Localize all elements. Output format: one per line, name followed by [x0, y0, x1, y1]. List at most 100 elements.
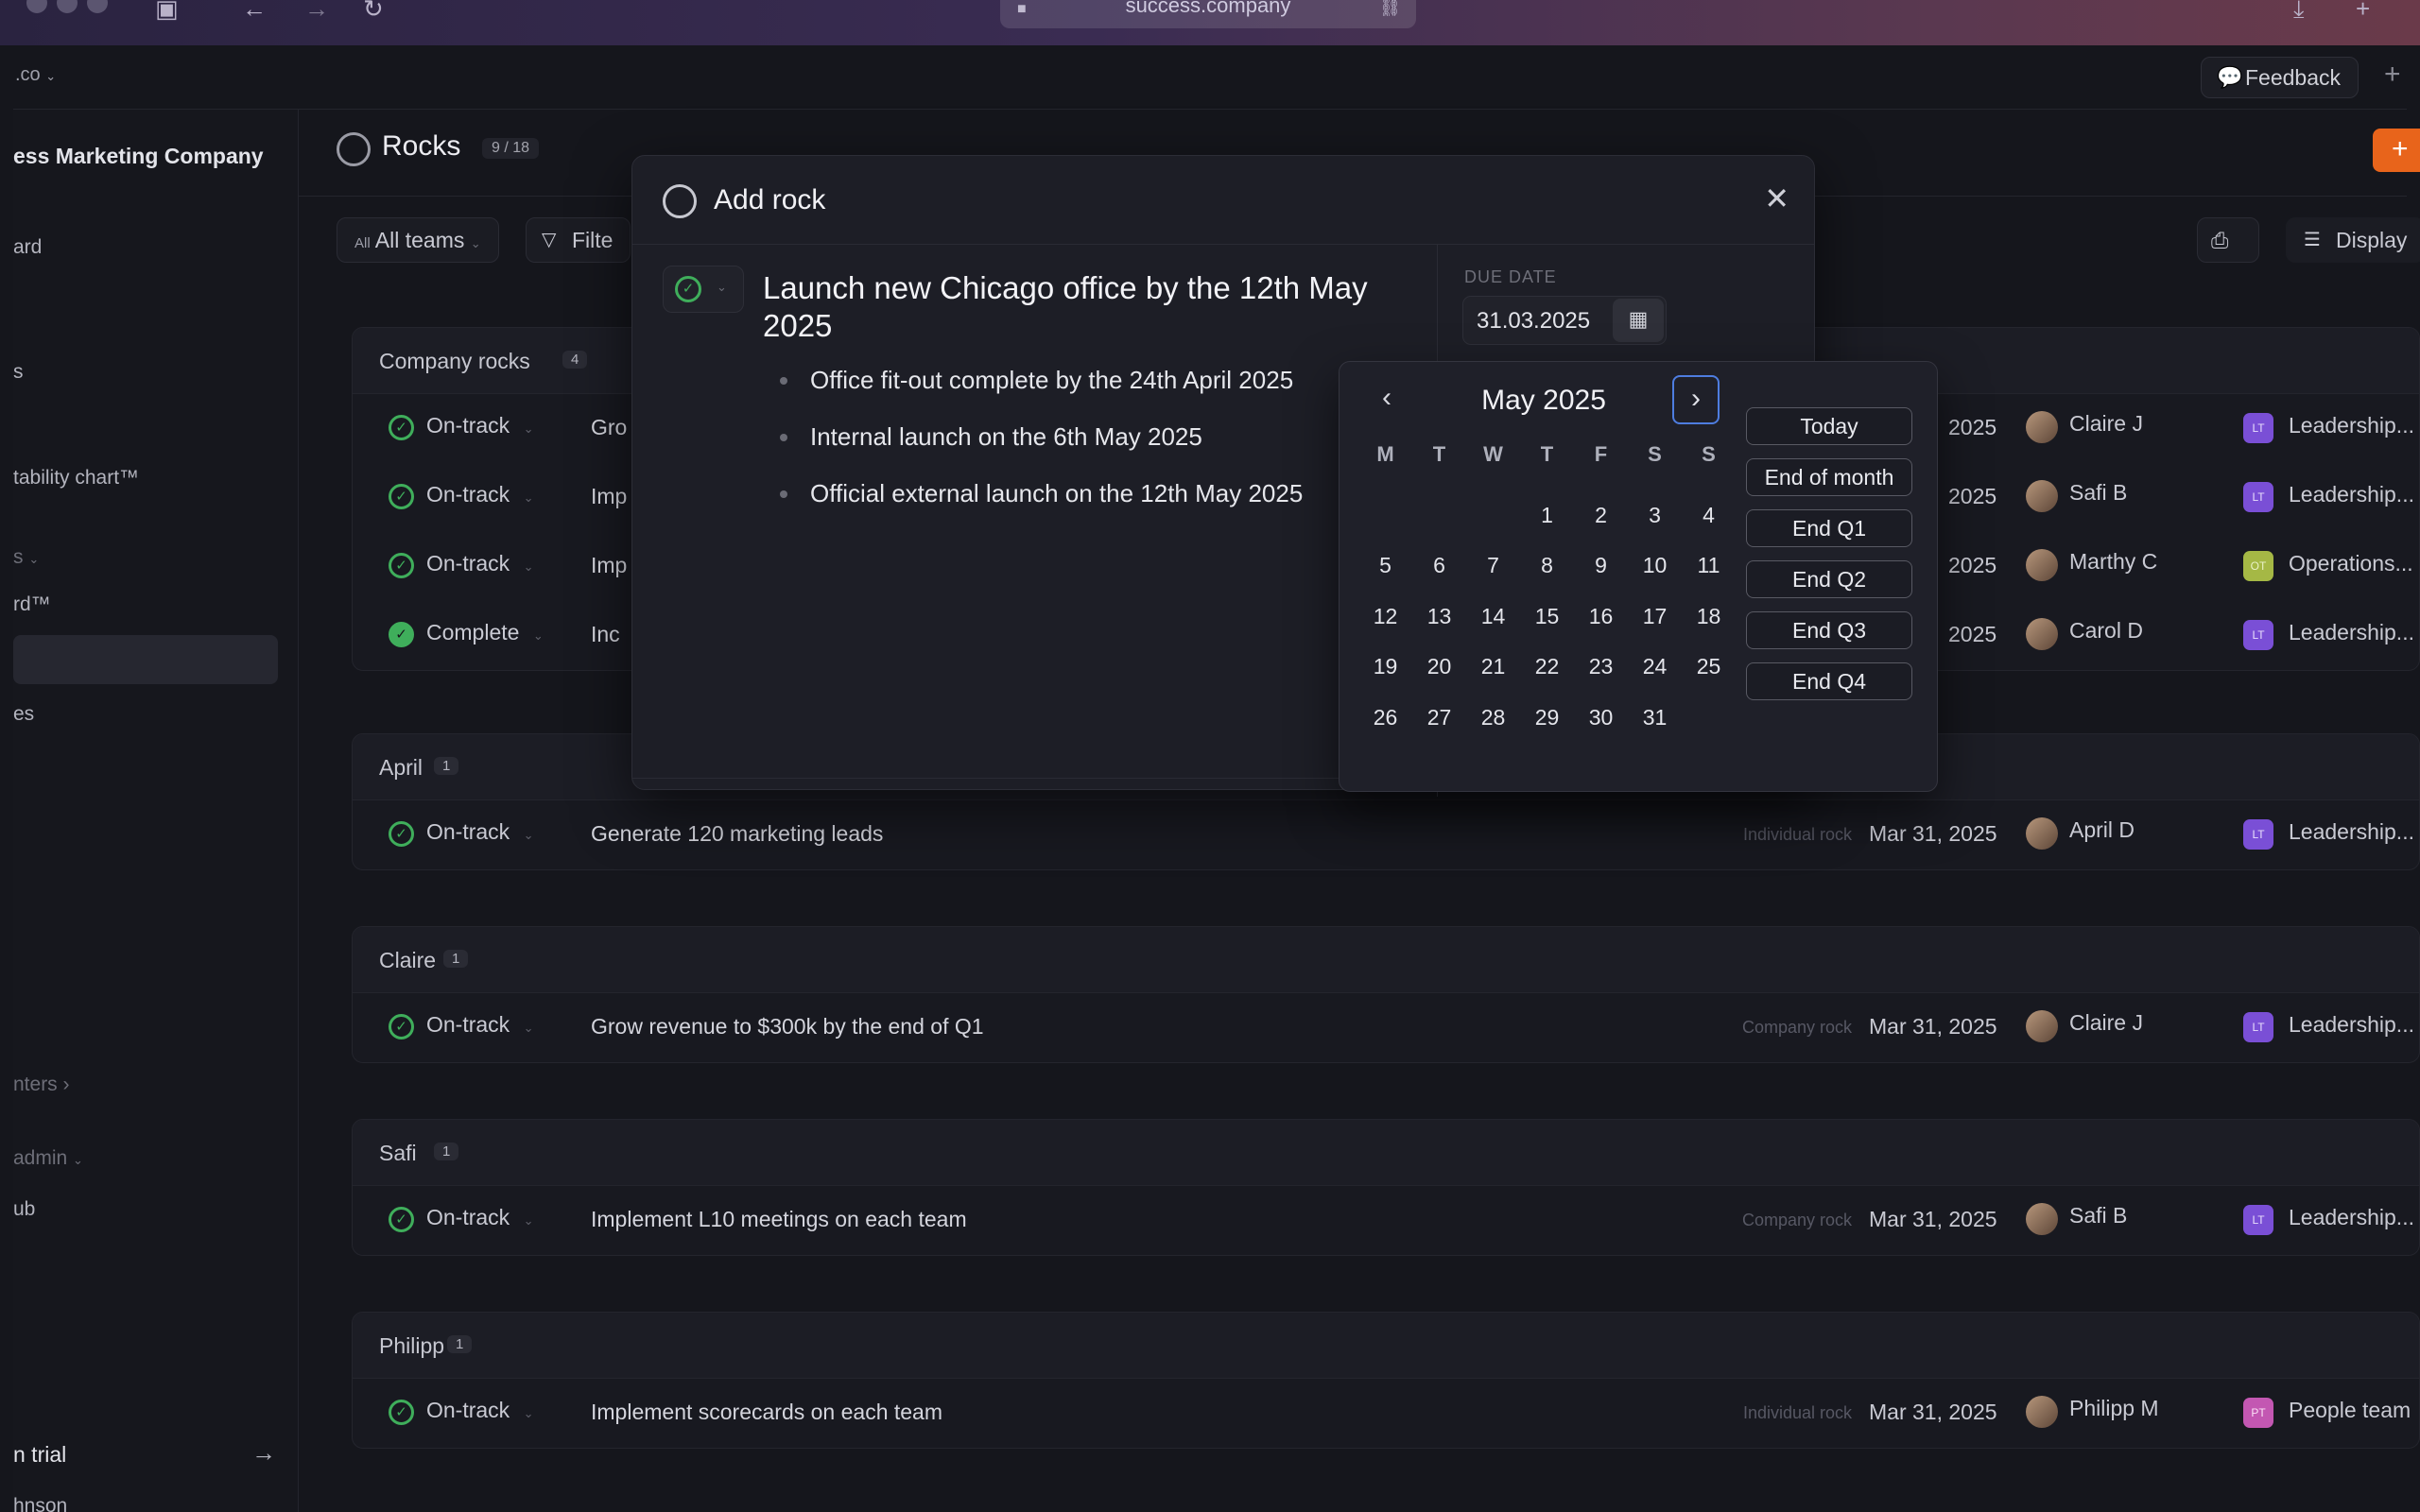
group-header[interactable]: Philipp 1 [353, 1313, 2419, 1379]
rock-due-date[interactable]: 2025 [1948, 415, 1996, 440]
calendar-icon[interactable]: ▦ [1613, 299, 1664, 342]
quick-date-end-q4[interactable]: End Q4 [1746, 662, 1912, 700]
quick-date-end-q2[interactable]: End Q2 [1746, 560, 1912, 598]
rock-due-date[interactable]: 2025 [1948, 553, 1996, 578]
team-cell[interactable]: LT Leadership... [2243, 1012, 2414, 1042]
rock-title[interactable]: Inc [591, 622, 620, 647]
chevron-right-icon[interactable]: › [1672, 375, 1720, 424]
sidebar-item-meetings[interactable]: s [13, 361, 24, 384]
quick-date-end-q1[interactable]: End Q1 [1746, 509, 1912, 547]
team-cell[interactable]: LT Leadership... [2243, 819, 2414, 850]
team-cell[interactable]: LT Leadership... [2243, 413, 2414, 443]
calendar-day[interactable]: 6 [1412, 541, 1466, 592]
quick-date-end-q3[interactable]: End Q3 [1746, 611, 1912, 649]
calendar-day[interactable]: 14 [1466, 592, 1520, 643]
team-cell[interactable]: LT Leadership... [2243, 620, 2414, 650]
team-cell[interactable]: OT Operations... [2243, 551, 2413, 581]
owner-cell[interactable]: Safi B [2026, 480, 2127, 512]
display-button[interactable]: ☰ Display [2286, 217, 2420, 263]
calendar-day[interactable]: 16 [1574, 592, 1628, 643]
rock-row[interactable]: ✓ On-track ⌄ Generate 120 marketing lead… [353, 800, 2419, 869]
owner-cell[interactable]: Claire J [2026, 1010, 2143, 1042]
status-dropdown[interactable]: ✓ On-track ⌄ [389, 482, 533, 509]
status-dropdown[interactable]: ✓ On-track ⌄ [389, 819, 533, 847]
calendar-day[interactable]: 29 [1520, 693, 1574, 744]
sidebar-section-tools[interactable]: s ⌄ [13, 546, 39, 569]
sidebar-item-help-centers[interactable]: nters › [13, 1074, 70, 1096]
sidebar-section-admin[interactable]: admin ⌄ [13, 1147, 83, 1170]
calendar-day[interactable]: 31 [1628, 693, 1682, 744]
calendar-day[interactable]: 30 [1574, 693, 1628, 744]
rock-status-dropdown[interactable]: ✓ ⌄ [663, 266, 744, 313]
rock-title[interactable]: Gro [591, 415, 627, 440]
calendar-day[interactable]: 3 [1628, 490, 1682, 541]
trial-link[interactable]: n trial [13, 1442, 66, 1468]
filter-button[interactable]: ▽ Filte [526, 217, 631, 263]
group-header[interactable]: Claire 1 [353, 927, 2419, 993]
rock-title-input[interactable]: Launch new Chicago office by the 12th Ma… [763, 269, 1406, 345]
chevron-left-icon[interactable]: ‹ [1364, 375, 1409, 422]
rock-title[interactable]: Imp [591, 553, 627, 578]
rock-due-date[interactable]: Mar 31, 2025 [1869, 821, 1997, 847]
rock-due-date[interactable]: 2025 [1948, 484, 1996, 509]
rock-due-date[interactable]: Mar 31, 2025 [1869, 1014, 1997, 1040]
calendar-day[interactable]: 21 [1466, 642, 1520, 693]
calendar-day[interactable]: 1 [1520, 490, 1574, 541]
rock-row[interactable]: ✓ On-track ⌄ Implement L10 meetings on e… [353, 1186, 2419, 1255]
calendar-day[interactable]: 20 [1412, 642, 1466, 693]
sidebar-item-hub[interactable]: ub [13, 1198, 35, 1221]
status-dropdown[interactable]: ✓ On-track ⌄ [389, 1205, 533, 1232]
share-link-icon[interactable]: ⛓ [1379, 0, 1401, 25]
team-cell[interactable]: PT People team [2243, 1398, 2411, 1428]
sidebar-toggle-icon[interactable]: ▣ [155, 0, 179, 24]
owner-cell[interactable]: Philipp M [2026, 1396, 2159, 1428]
milestone-item[interactable]: Internal launch on the 6th May 2025 [774, 422, 1303, 479]
window-close-dot[interactable] [26, 0, 47, 13]
milestone-item[interactable]: Office fit-out complete by the 24th Apri… [774, 366, 1303, 422]
calendar-day[interactable]: 19 [1358, 642, 1412, 693]
rock-title[interactable]: Imp [591, 484, 627, 509]
team-cell[interactable]: LT Leadership... [2243, 482, 2414, 512]
calendar-day[interactable]: 11 [1682, 541, 1736, 592]
add-rock-button[interactable]: + [2373, 129, 2420, 172]
status-dropdown[interactable]: ✓ On-track ⌄ [389, 1398, 533, 1425]
company-name[interactable]: ess Marketing Company [13, 144, 264, 169]
sidebar-item-accountability-chart[interactable]: tability chart™ [13, 467, 139, 490]
rock-title[interactable]: Implement L10 meetings on each team [591, 1207, 967, 1232]
user-name[interactable]: hnson [13, 1495, 67, 1512]
rock-row[interactable]: ✓ On-track ⌄ Implement scorecards on eac… [353, 1379, 2419, 1448]
calendar-day[interactable]: 18 [1682, 592, 1736, 643]
calendar-day[interactable]: 27 [1412, 693, 1466, 744]
calendar-day[interactable]: 4 [1682, 490, 1736, 541]
calendar-day[interactable]: 25 [1682, 642, 1736, 693]
rock-row[interactable]: ✓ On-track ⌄ Grow revenue to $300k by th… [353, 993, 2419, 1062]
owner-cell[interactable]: Marthy C [2026, 549, 2157, 581]
group-header[interactable]: Safi 1 [353, 1120, 2419, 1186]
status-dropdown[interactable]: ✓ On-track ⌄ [389, 413, 533, 440]
address-bar[interactable]: ■ success.company ⛓ [1000, 0, 1416, 28]
owner-cell[interactable]: Carol D [2026, 618, 2143, 650]
status-dropdown[interactable]: ✓ On-track ⌄ [389, 1012, 533, 1040]
calendar-day[interactable]: 13 [1412, 592, 1466, 643]
owner-cell[interactable]: Safi B [2026, 1203, 2127, 1235]
back-arrow-icon[interactable]: ← [242, 0, 267, 24]
milestone-item[interactable]: Official external launch on the 12th May… [774, 479, 1303, 536]
owner-cell[interactable]: Claire J [2026, 411, 2143, 443]
quick-date-end-of-month[interactable]: End of month [1746, 458, 1912, 496]
calendar-day[interactable]: 24 [1628, 642, 1682, 693]
calendar-day[interactable]: 7 [1466, 541, 1520, 592]
sidebar-item-issues[interactable]: es [13, 703, 34, 726]
calendar-day[interactable]: 8 [1520, 541, 1574, 592]
forward-arrow-icon[interactable]: → [304, 0, 329, 24]
team-filter-dropdown[interactable]: All All teams ⌄ [337, 217, 499, 263]
rock-title[interactable]: Generate 120 marketing leads [591, 821, 883, 847]
print-button[interactable]: ⎙ [2197, 217, 2259, 263]
calendar-day[interactable]: 26 [1358, 693, 1412, 744]
rock-due-date[interactable]: Mar 31, 2025 [1869, 1400, 1997, 1425]
window-minimize-dot[interactable] [57, 0, 78, 13]
feedback-button[interactable]: 💬 Feedback [2201, 57, 2360, 98]
calendar-day[interactable]: 2 [1574, 490, 1628, 541]
sidebar-item-dashboard[interactable]: ard [13, 236, 42, 259]
calendar-day[interactable]: 12 [1358, 592, 1412, 643]
rock-title[interactable]: Grow revenue to $300k by the end of Q1 [591, 1014, 984, 1040]
